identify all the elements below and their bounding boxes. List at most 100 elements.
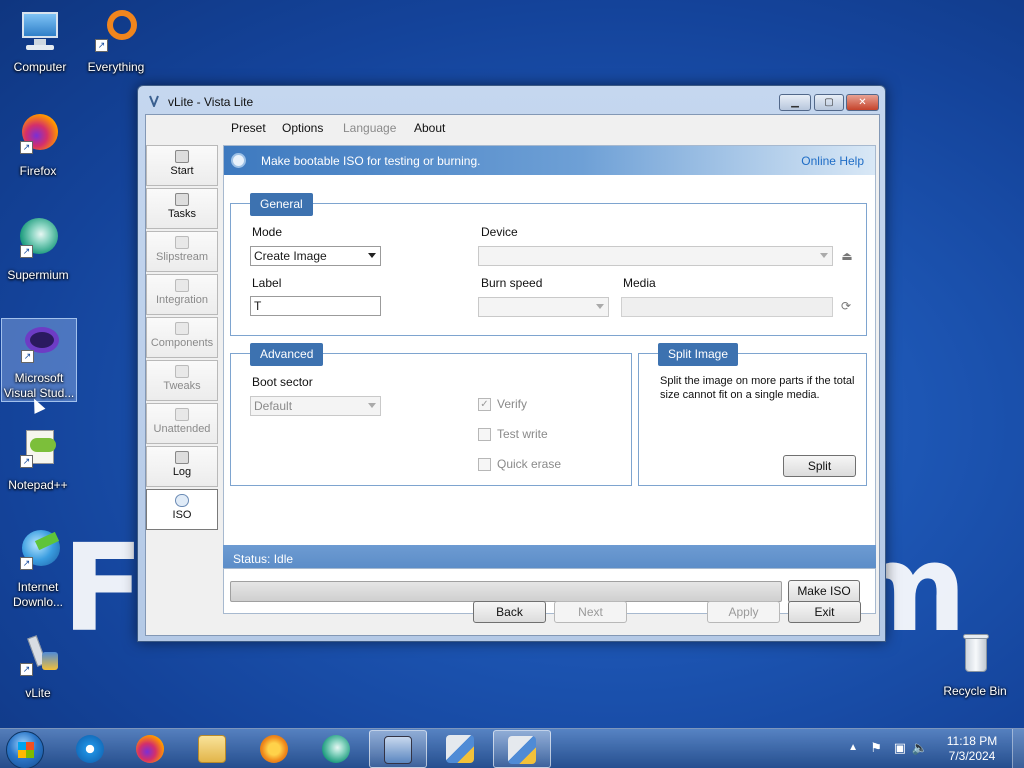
vlite-app-icon bbox=[148, 95, 160, 109]
boot-sector-select[interactable]: Default bbox=[250, 396, 381, 416]
close-button[interactable]: ✕ bbox=[846, 94, 879, 111]
verify-label: Verify bbox=[497, 397, 528, 411]
maximize-button[interactable]: ▢ bbox=[814, 94, 844, 111]
taskbar-supermium[interactable] bbox=[307, 730, 365, 768]
menu-options[interactable]: Options bbox=[282, 121, 323, 135]
taskbar-firefox[interactable] bbox=[121, 730, 179, 768]
firefox-icon: ↗ bbox=[14, 112, 62, 160]
sidebar-item-unattended[interactable]: Unattended bbox=[146, 403, 218, 444]
clock-time: 11:18 PM bbox=[946, 734, 998, 748]
split-button[interactable]: Split bbox=[783, 455, 856, 477]
vlite-window: vLite - Vista Lite ▁ ▢ ✕ Preset Options … bbox=[137, 85, 886, 642]
sidebar-item-slipstream[interactable]: Slipstream bbox=[146, 231, 218, 272]
desktop-icon-computer[interactable]: Computer bbox=[2, 8, 78, 75]
menu-preset[interactable]: Preset bbox=[231, 121, 266, 135]
chevron-down-icon bbox=[596, 304, 604, 309]
volume-muted-icon[interactable]: 🔈 bbox=[912, 740, 928, 756]
taskbar-vlite-active[interactable] bbox=[493, 730, 551, 768]
eject-icon[interactable]: ⏏ bbox=[840, 249, 854, 263]
progress-bar bbox=[230, 581, 782, 602]
maximize-icon: ▢ bbox=[824, 97, 834, 108]
desktop-icon-recycle-bin[interactable]: Recycle Bin bbox=[937, 632, 1013, 699]
supermium-icon bbox=[322, 735, 350, 763]
desktop-icon-supermium[interactable]: ↗ Supermium bbox=[0, 216, 76, 283]
recycle-bin-icon bbox=[951, 632, 999, 680]
start-icon bbox=[175, 150, 189, 163]
sidebar-item-integration[interactable]: Integration bbox=[146, 274, 218, 315]
label-input[interactable]: T bbox=[250, 296, 381, 316]
desktop-icon-idm[interactable]: ↗ Internet Downlo... bbox=[0, 528, 76, 610]
window-client: Preset Options Language About Start Task… bbox=[145, 114, 880, 636]
window-title: vLite - Vista Lite bbox=[168, 95, 254, 109]
desktop-icon-firefox[interactable]: ↗ Firefox bbox=[0, 112, 76, 179]
sidebar-item-tasks[interactable]: Tasks bbox=[146, 188, 218, 229]
desktop-icon-visual-studio[interactable]: ↗ Microsoft Visual Stud... bbox=[1, 318, 77, 402]
tasks-icon bbox=[175, 193, 189, 206]
tweaks-icon bbox=[175, 365, 189, 378]
chevron-down-icon bbox=[368, 253, 376, 258]
refresh-icon[interactable]: ⟳ bbox=[839, 299, 853, 313]
sidebar-item-tweaks[interactable]: Tweaks bbox=[146, 360, 218, 401]
taskbar-media-player[interactable] bbox=[245, 730, 303, 768]
window-thumbnail-icon bbox=[384, 736, 412, 764]
components-icon bbox=[175, 322, 189, 335]
quick-erase-checkbox[interactable] bbox=[478, 458, 491, 471]
taskbar-window-preview[interactable] bbox=[369, 730, 427, 768]
minimize-button[interactable]: ▁ bbox=[779, 94, 811, 111]
integration-icon bbox=[175, 279, 189, 292]
sidebar-item-iso[interactable]: ISO bbox=[146, 489, 218, 530]
make-iso-button[interactable]: Make ISO bbox=[788, 580, 860, 603]
vlite-icon: ↗ bbox=[14, 634, 62, 682]
back-button[interactable]: Back bbox=[473, 601, 546, 623]
sidebar-item-start[interactable]: Start bbox=[146, 145, 218, 186]
test-write-checkbox[interactable] bbox=[478, 428, 491, 441]
firefox-icon bbox=[136, 735, 164, 763]
exit-button[interactable]: Exit bbox=[788, 601, 861, 623]
unattended-icon bbox=[175, 408, 189, 421]
windows-logo-icon bbox=[18, 742, 34, 758]
taskbar: ▲ ⚑ ▣ 🔈 11:18 PM 7/3/2024 bbox=[0, 728, 1024, 768]
chevron-down-icon bbox=[820, 253, 828, 258]
menu-language[interactable]: Language bbox=[343, 121, 396, 135]
desktop-icon-everything[interactable]: ↗ Everything bbox=[78, 8, 154, 75]
apply-button[interactable]: Apply bbox=[707, 601, 780, 623]
network-icon[interactable]: ▣ bbox=[894, 740, 906, 756]
online-help-link[interactable]: Online Help bbox=[801, 154, 864, 168]
vlite-icon bbox=[508, 736, 536, 764]
advanced-group: Advanced Boot sector Default ✓ Verify Te… bbox=[230, 343, 632, 486]
sidebar-item-components[interactable]: Components bbox=[146, 317, 218, 358]
menu-bar: Preset Options Language About bbox=[146, 115, 879, 141]
title-bar[interactable]: vLite - Vista Lite ▁ ▢ ✕ bbox=[138, 86, 885, 114]
taskbar-explorer[interactable] bbox=[183, 730, 241, 768]
mode-select[interactable]: Create Image bbox=[250, 246, 381, 266]
log-icon bbox=[175, 451, 189, 464]
sidebar-item-log[interactable]: Log bbox=[146, 446, 218, 487]
close-icon: ✕ bbox=[858, 97, 867, 108]
general-group-title: General bbox=[250, 193, 313, 216]
show-desktop-button[interactable] bbox=[1012, 729, 1024, 768]
iso-disc-icon bbox=[175, 494, 189, 507]
split-image-group-title: Split Image bbox=[658, 343, 739, 366]
menu-about[interactable]: About bbox=[414, 121, 445, 135]
media-label: Media bbox=[623, 276, 656, 290]
show-hidden-icons-icon[interactable]: ▲ bbox=[848, 742, 858, 753]
burn-speed-select[interactable] bbox=[478, 297, 609, 317]
clock[interactable]: 11:18 PM 7/3/2024 bbox=[942, 734, 1002, 764]
taskbar-ie[interactable] bbox=[61, 730, 119, 768]
media-player-icon bbox=[260, 735, 288, 763]
visual-studio-icon: ↗ bbox=[15, 319, 63, 367]
desktop-icon-notepadpp[interactable]: ↗ Notepad++ bbox=[0, 426, 76, 493]
test-write-label: Test write bbox=[497, 427, 548, 441]
taskbar-vlite[interactable] bbox=[431, 730, 489, 768]
start-button[interactable] bbox=[6, 731, 44, 768]
desktop-icon-vlite[interactable]: ↗ vLite bbox=[0, 634, 76, 701]
quick-erase-label: Quick erase bbox=[497, 457, 562, 471]
device-select[interactable] bbox=[478, 246, 833, 266]
split-description: Split the image on more parts if the tot… bbox=[660, 375, 855, 401]
action-center-flag-icon[interactable]: ⚑ bbox=[870, 740, 882, 756]
internet-explorer-icon bbox=[76, 735, 104, 763]
verify-checkbox[interactable]: ✓ bbox=[478, 398, 491, 411]
mode-label: Mode bbox=[252, 225, 283, 239]
next-button[interactable]: Next bbox=[554, 601, 627, 623]
label-label: Label bbox=[252, 276, 282, 290]
